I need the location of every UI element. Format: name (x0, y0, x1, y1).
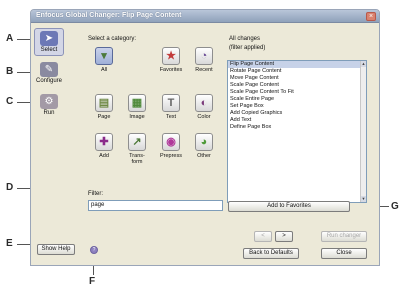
category-other[interactable]: ◕ Other (189, 133, 219, 159)
scroll-up-icon[interactable]: ▲ (361, 61, 366, 67)
mode-configure-label: Configure (35, 78, 62, 84)
callout-g: G (391, 201, 399, 212)
list-item[interactable]: Scale Page Content To Fit (228, 89, 366, 96)
page-icon: ▤ (95, 94, 113, 112)
changes-subheader: (filter applied) (229, 45, 266, 51)
category-image-label: Image (129, 114, 145, 120)
mode-run-label: Run (43, 110, 55, 116)
mode-select-button[interactable]: ➤ Select (34, 28, 64, 56)
window-close-button[interactable]: × (366, 12, 376, 21)
category-add[interactable]: ✚ Add (89, 133, 119, 159)
all-icon: ▾ (95, 47, 113, 65)
category-image[interactable]: ▦ Image (122, 94, 152, 120)
select-arrow-icon: ➤ (40, 31, 58, 46)
list-item[interactable]: Rotate Page Content (228, 68, 366, 75)
wrench-icon: ✎ (40, 62, 58, 77)
back-to-defaults-button[interactable]: Back to Defaults (243, 248, 299, 259)
list-item[interactable]: Set Page Box (228, 103, 366, 110)
category-recent-label: Recent (195, 67, 213, 73)
prepress-icon: ◉ (162, 133, 180, 151)
list-item[interactable]: Scale Page Content (228, 82, 366, 89)
category-page[interactable]: ▤ Page (89, 94, 119, 120)
changes-scrollbar[interactable]: ▲ ▼ (360, 61, 366, 202)
category-transform-label: Trans- form (129, 153, 145, 165)
category-color[interactable]: ◐ Color (189, 94, 219, 120)
category-favorites-label: Favorites (159, 67, 183, 73)
category-prepress-label: Prepress (159, 153, 182, 159)
callout-c: C (6, 96, 14, 107)
list-item[interactable]: Add Copied Graphics (228, 110, 366, 117)
category-recent[interactable]: ◔ Recent (189, 47, 219, 73)
category-text[interactable]: T Text (156, 94, 186, 120)
mode-run-button[interactable]: ⚙ Run (34, 92, 64, 120)
category-text-label: Text (165, 114, 177, 120)
changes-header: All changes (229, 36, 261, 42)
next-button[interactable]: > (275, 231, 293, 242)
title-bar[interactable]: Enfocus Global Changer: Flip Page Conten… (31, 10, 379, 23)
callout-d: D (6, 182, 14, 193)
category-page-label: Page (97, 114, 111, 120)
category-all-label: All (100, 67, 108, 73)
mode-select-label: Select (40, 47, 58, 53)
category-all[interactable]: ▾ All (89, 47, 119, 73)
filter-label: Filter: (88, 191, 103, 197)
add-to-favorites-button[interactable]: Add to Favorites (228, 201, 350, 212)
list-item[interactable]: Move Page Content (228, 75, 366, 82)
global-changer-dialog: Enfocus Global Changer: Flip Page Conten… (30, 9, 380, 266)
category-prepress[interactable]: ◉ Prepress (156, 133, 186, 159)
favorites-icon: ★ (162, 47, 180, 65)
mode-configure-button[interactable]: ✎ Configure (34, 60, 64, 88)
list-item[interactable]: Add Text (228, 117, 366, 124)
help-icon[interactable]: ? (90, 246, 98, 254)
category-label: Select a category: (88, 36, 137, 42)
category-favorites[interactable]: ★ Favorites (156, 47, 186, 73)
show-help-button[interactable]: Show Help (37, 244, 75, 255)
callout-e: E (6, 238, 13, 249)
category-other-label: Other (197, 153, 211, 159)
close-button[interactable]: Close (321, 248, 367, 259)
back-button[interactable]: < (254, 231, 272, 242)
category-transform[interactable]: ↗ Trans- form (122, 133, 152, 165)
other-icon: ◕ (195, 133, 213, 151)
callout-b: B (6, 66, 14, 77)
list-item[interactable]: Flip Page Content (228, 61, 366, 68)
category-add-label: Add (99, 153, 109, 159)
color-icon: ◐ (195, 94, 213, 112)
callout-a: A (6, 33, 14, 44)
category-color-label: Color (197, 114, 211, 120)
add-icon: ✚ (95, 133, 113, 151)
run-icon: ⚙ (40, 94, 58, 109)
run-changer-button[interactable]: Run changer (321, 231, 367, 242)
scroll-down-icon[interactable]: ▼ (361, 196, 366, 202)
clock-icon: ◔ (195, 47, 213, 65)
image-icon: ▦ (128, 94, 146, 112)
transform-icon: ↗ (128, 133, 146, 151)
list-item[interactable]: Scale Entire Page (228, 96, 366, 103)
changes-list[interactable]: Flip Page Content Rotate Page Content Mo… (227, 60, 367, 203)
callout-f: F (89, 276, 96, 287)
list-item[interactable]: Define Page Box (228, 124, 366, 131)
window-title: Enfocus Global Changer: Flip Page Conten… (36, 12, 182, 19)
filter-input[interactable]: page (88, 200, 223, 211)
text-icon: T (162, 94, 180, 112)
